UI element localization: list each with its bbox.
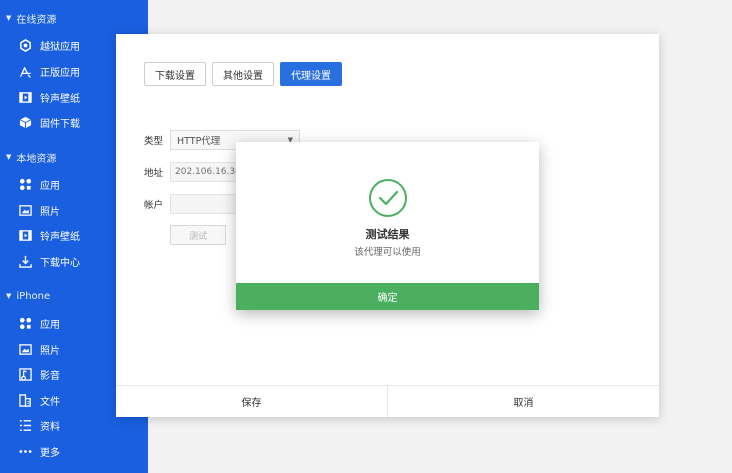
sidebar-item-jailbreak-apps[interactable]: 越狱应用	[18, 36, 80, 54]
sidebar-item-local-apps[interactable]: 应用	[18, 175, 60, 193]
check-circle-icon	[369, 179, 407, 217]
ringtone-wallpaper-icon	[18, 90, 32, 104]
test-result-modal: 测试结果 该代理可以使用 确定	[236, 142, 539, 310]
sidebar-item-label: 影音	[40, 370, 60, 382]
result-title: 测试结果	[365, 228, 410, 241]
file-icon	[18, 393, 32, 407]
proxy-address-label: 地址	[144, 168, 164, 179]
apps-icon	[18, 177, 32, 191]
caret-down-icon: ▼	[6, 14, 12, 22]
sidebar-item-label: 资料	[40, 421, 60, 433]
sidebar-item-official-apps[interactable]: 正版应用	[18, 62, 80, 80]
download-icon	[18, 254, 32, 268]
sidebar-item-label: 下载中心	[40, 257, 80, 269]
sidebar-item-label: 铃声壁纸	[40, 93, 80, 105]
sidebar-item-label: 铃声壁纸	[40, 231, 80, 243]
list-icon	[18, 418, 32, 432]
proxy-type-label: 类型	[144, 136, 164, 147]
sidebar-item-label: 越狱应用	[40, 41, 80, 53]
caret-down-icon: ▼	[6, 292, 12, 300]
sidebar-item-label: 照片	[40, 345, 60, 357]
sidebar-item-local-ringtones[interactable]: 铃声壁纸	[18, 226, 80, 244]
tab-download-settings[interactable]: 下载设置	[144, 62, 206, 86]
section-label: 本地资源	[16, 153, 57, 165]
sidebar-item-label: 文件	[40, 396, 60, 408]
tab-other-settings[interactable]: 其他设置	[212, 62, 274, 86]
result-message: 该代理可以使用	[354, 247, 421, 258]
apps-icon	[18, 316, 32, 330]
sidebar-item-iphone-photos[interactable]: 照片	[18, 340, 60, 358]
sidebar-item-iphone-files[interactable]: 文件	[18, 391, 60, 409]
dialog-footer: 保存 取消	[116, 385, 659, 417]
sidebar-item-label: 应用	[40, 319, 60, 331]
section-iphone[interactable]: ▼ iPhone	[6, 287, 50, 305]
test-button[interactable]: 测试	[170, 225, 226, 245]
ringtone-wallpaper-icon	[18, 228, 32, 242]
proxy-account-label: 帐户	[144, 200, 164, 211]
section-online-resources[interactable]: ▼ 在线资源	[6, 9, 56, 27]
caret-down-icon: ▼	[6, 153, 12, 161]
sidebar-item-firmware[interactable]: 固件下载	[18, 113, 80, 131]
more-icon	[18, 444, 32, 458]
tab-proxy-settings[interactable]: 代理设置	[280, 62, 342, 86]
sidebar-item-iphone-media[interactable]: 影音	[18, 365, 60, 383]
jailbreak-app-icon	[18, 38, 32, 52]
sidebar-item-label: 照片	[40, 206, 60, 218]
sidebar-item-iphone-apps[interactable]: 应用	[18, 314, 60, 332]
proxy-type-value: HTTP代理	[177, 136, 221, 147]
section-label: 在线资源	[16, 14, 57, 26]
confirm-button[interactable]: 确定	[236, 283, 539, 310]
app-store-icon	[18, 64, 32, 78]
sidebar-item-iphone-more[interactable]: 更多	[18, 442, 60, 460]
save-button[interactable]: 保存	[116, 386, 387, 417]
settings-tabs: 下载设置 其他设置 代理设置	[144, 62, 348, 86]
sidebar-item-label: 应用	[40, 180, 60, 192]
photo-icon	[18, 203, 32, 217]
sidebar-item-iphone-info[interactable]: 资料	[18, 416, 60, 434]
section-label: iPhone	[16, 290, 51, 302]
firmware-icon	[18, 115, 32, 129]
sidebar-item-ringtones-wallpapers[interactable]: 铃声壁纸	[18, 88, 80, 106]
cancel-button[interactable]: 取消	[387, 386, 659, 417]
sidebar-item-label: 正版应用	[40, 67, 80, 79]
section-local-resources[interactable]: ▼ 本地资源	[6, 148, 56, 166]
sidebar-item-label: 固件下载	[40, 118, 80, 130]
sidebar-item-label: 更多	[40, 447, 60, 459]
sidebar-item-local-photos[interactable]: 照片	[18, 201, 60, 219]
photo-icon	[18, 342, 32, 356]
media-icon	[18, 367, 32, 381]
sidebar-item-download-center[interactable]: 下载中心	[18, 252, 80, 270]
